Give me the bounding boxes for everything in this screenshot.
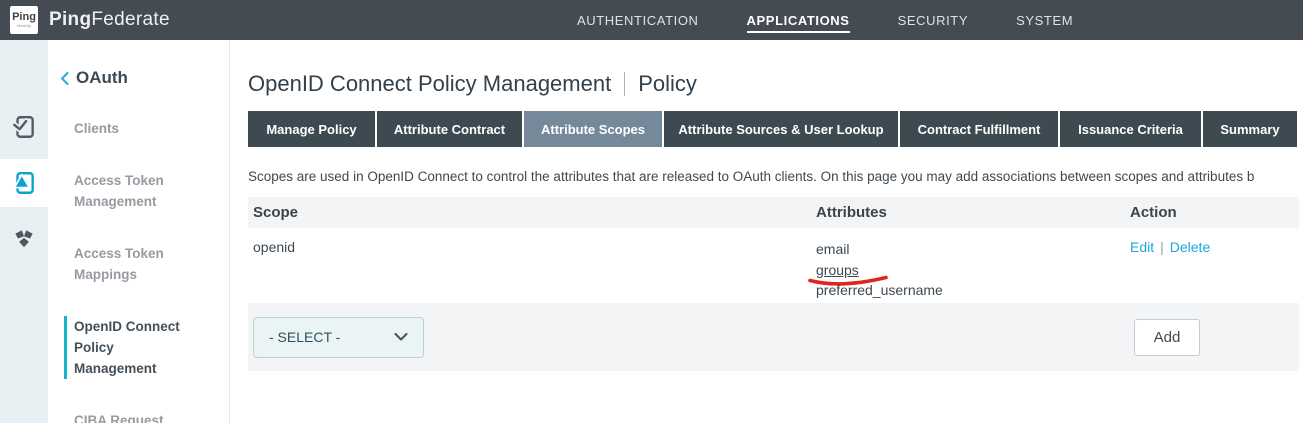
table-header-row: Scope Attributes Action — [248, 197, 1299, 228]
table-row: openid email groups — [248, 228, 1299, 303]
sidebar-item[interactable]: Access Token Mappings — [74, 243, 196, 285]
table-column-header: Action — [1130, 204, 1299, 221]
scope-cell: openid — [248, 239, 816, 303]
ping-identity-logo: Ping Identity — [10, 6, 38, 34]
sidebar-item[interactable]: Clients — [74, 118, 196, 139]
edit-link[interactable]: Edit — [1130, 239, 1154, 255]
main-content: OpenID Connect Policy Management Policy … — [230, 40, 1303, 423]
sidebar-back-link[interactable]: OAuth — [60, 68, 229, 88]
add-scope-row: - SELECT - Add — [248, 303, 1299, 371]
tab[interactable]: Attribute Scopes — [524, 111, 662, 147]
sidebar-item[interactable]: CIBA Request Policies — [74, 410, 196, 423]
sidebar-item[interactable]: Access Token Management — [74, 170, 196, 212]
tab-bar: Manage Policy Attribute Contract Attribu… — [248, 111, 1299, 147]
sidebar-menu: Clients Access Token Management Access T… — [48, 118, 229, 423]
authentication-icon[interactable] — [0, 103, 48, 151]
action-separator: | — [1160, 239, 1164, 255]
tab[interactable]: Contract Fulfillment — [900, 111, 1058, 147]
product-icon-strip — [0, 40, 48, 423]
scope-select[interactable]: - SELECT - — [253, 317, 424, 358]
title-divider — [624, 72, 625, 96]
chevron-left-icon — [60, 72, 69, 85]
attribute-value: email — [816, 239, 849, 260]
page-description: Scopes are used in OpenID Connect to con… — [248, 169, 1299, 184]
app-title: PingFederate — [49, 9, 170, 31]
top-nav-item[interactable]: APPLICATIONS — [747, 8, 850, 33]
top-nav: AUTHENTICATION APPLICATIONS SECURITY SYS… — [577, 0, 1073, 40]
table-column-header: Scope — [248, 204, 816, 221]
app-title-bold: Ping — [49, 9, 91, 30]
tab[interactable]: Summary — [1203, 111, 1297, 147]
tab[interactable]: Attribute Sources & User Lookup — [664, 111, 898, 147]
sidebar-section-title: OAuth — [76, 68, 128, 88]
tab[interactable]: Manage Policy — [248, 111, 375, 147]
attribute-value: groups — [816, 260, 859, 281]
top-nav-item[interactable]: SYSTEM — [1016, 13, 1073, 28]
actions-cell: Edit | Delete — [1130, 239, 1299, 303]
sidebar: OAuth Clients Access Token Management Ac… — [48, 40, 230, 423]
tab[interactable]: Attribute Contract — [377, 111, 522, 147]
sidebar-item[interactable]: OpenID Connect Policy Management — [64, 316, 186, 379]
app-title-rest: Federate — [91, 9, 169, 30]
scopes-table: Scope Attributes Action openid email — [248, 197, 1299, 371]
logo-text: Ping — [12, 12, 36, 23]
top-bar: Ping Identity PingFederate AUTHENTICATIO… — [0, 0, 1303, 40]
add-button[interactable]: Add — [1134, 319, 1200, 356]
scope-select-value: - SELECT - — [269, 329, 340, 345]
attribute-value: preferred_username — [816, 280, 943, 301]
tab[interactable]: Issuance Criteria — [1060, 111, 1201, 147]
top-nav-item[interactable]: AUTHENTICATION — [577, 13, 699, 28]
logo-subtext: Identity — [17, 23, 32, 28]
delete-link[interactable]: Delete — [1170, 239, 1210, 255]
security-icon[interactable] — [0, 215, 48, 263]
applications-icon[interactable] — [0, 159, 48, 207]
chevron-down-icon — [394, 333, 408, 341]
top-nav-item[interactable]: SECURITY — [898, 13, 969, 28]
page-title-primary: OpenID Connect Policy Management — [248, 71, 611, 97]
page-title: OpenID Connect Policy Management Policy — [248, 71, 1299, 97]
page-title-secondary: Policy — [638, 71, 697, 97]
attributes-cell: email groups — [816, 239, 1130, 303]
table-column-header: Attributes — [816, 204, 1130, 221]
